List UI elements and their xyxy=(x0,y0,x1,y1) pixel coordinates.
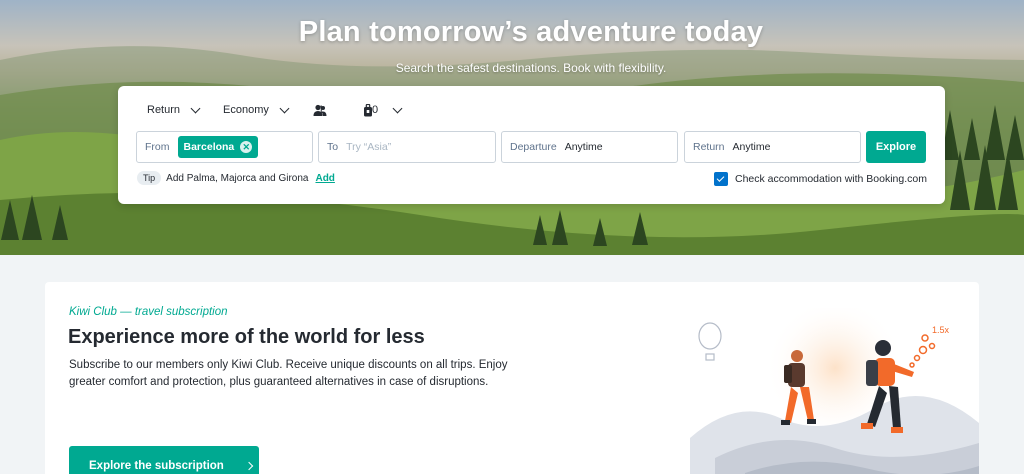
from-field[interactable]: From Barcelona ✕ xyxy=(136,131,313,163)
club-eyebrow: Kiwi Club — travel subscription xyxy=(69,306,228,318)
hero-banner: Plan tomorrow’s adventure today Search t… xyxy=(0,0,1024,255)
trip-type-select[interactable]: Return xyxy=(147,103,201,116)
tip-row: Tip Add Palma, Majorca and Girona Add xyxy=(137,171,335,185)
accommodation-label: Check accommodation with Booking.com xyxy=(734,173,927,185)
accommodation-option: Check accommodation with Booking.com xyxy=(713,172,927,186)
chevron-down-icon xyxy=(279,103,290,113)
kiwi-club-section: Kiwi Club — travel subscription Experien… xyxy=(45,282,979,474)
clear-icon[interactable]: ✕ xyxy=(240,141,253,153)
search-form: Return Economy 1 0 From Barcelona ✕ To T… xyxy=(118,86,945,204)
departure-field[interactable]: Departure Anytime xyxy=(501,131,678,163)
explore-subscription-button[interactable]: Explore the subscription xyxy=(69,446,259,474)
departure-value: Anytime xyxy=(564,141,603,153)
bag-icon xyxy=(364,104,372,117)
hero-subtitle: Search the safest destinations. Book wit… xyxy=(395,61,667,75)
explore-subscription-label: Explore the subscription xyxy=(89,460,224,472)
to-label: To xyxy=(327,141,339,153)
passenger-icon xyxy=(313,104,327,116)
chevron-down-icon xyxy=(392,103,403,113)
return-label: Return xyxy=(693,141,725,153)
chevron-right-icon xyxy=(244,461,254,471)
bags-select[interactable]: 0 xyxy=(363,103,403,117)
club-title: Experience more of the world for less xyxy=(68,326,425,348)
to-placeholder: Try “Asia” xyxy=(346,141,392,153)
from-chip[interactable]: Barcelona ✕ xyxy=(177,136,259,158)
trip-type-label: Return xyxy=(147,104,181,116)
cabin-class-select[interactable]: Economy xyxy=(223,103,290,116)
tip-add-link[interactable]: Add xyxy=(315,173,334,184)
return-field[interactable]: Return Anytime xyxy=(684,131,861,163)
explore-button[interactable]: Explore xyxy=(866,131,926,163)
tip-badge: Tip xyxy=(137,171,162,185)
from-label: From xyxy=(145,141,170,153)
passengers-select[interactable]: 1 xyxy=(313,104,327,116)
departure-label: Departure xyxy=(510,141,557,153)
hikers-illustration: 1.5x xyxy=(690,308,979,474)
from-chip-label: Barcelona xyxy=(183,141,235,153)
chevron-down-icon xyxy=(190,103,201,113)
hero-title: Plan tomorrow’s adventure today xyxy=(298,16,764,48)
accommodation-checkbox[interactable] xyxy=(713,172,728,186)
to-field[interactable]: To Try “Asia” xyxy=(318,131,496,163)
cabin-class-label: Economy xyxy=(223,104,269,116)
illustration-badge: 1.5x xyxy=(932,325,950,335)
balloon-icon xyxy=(698,322,722,361)
tip-text: Add Palma, Majorca and Girona xyxy=(166,172,309,184)
return-value: Anytime xyxy=(732,141,771,153)
club-description: Subscribe to our members only Kiwi Club.… xyxy=(69,359,508,388)
